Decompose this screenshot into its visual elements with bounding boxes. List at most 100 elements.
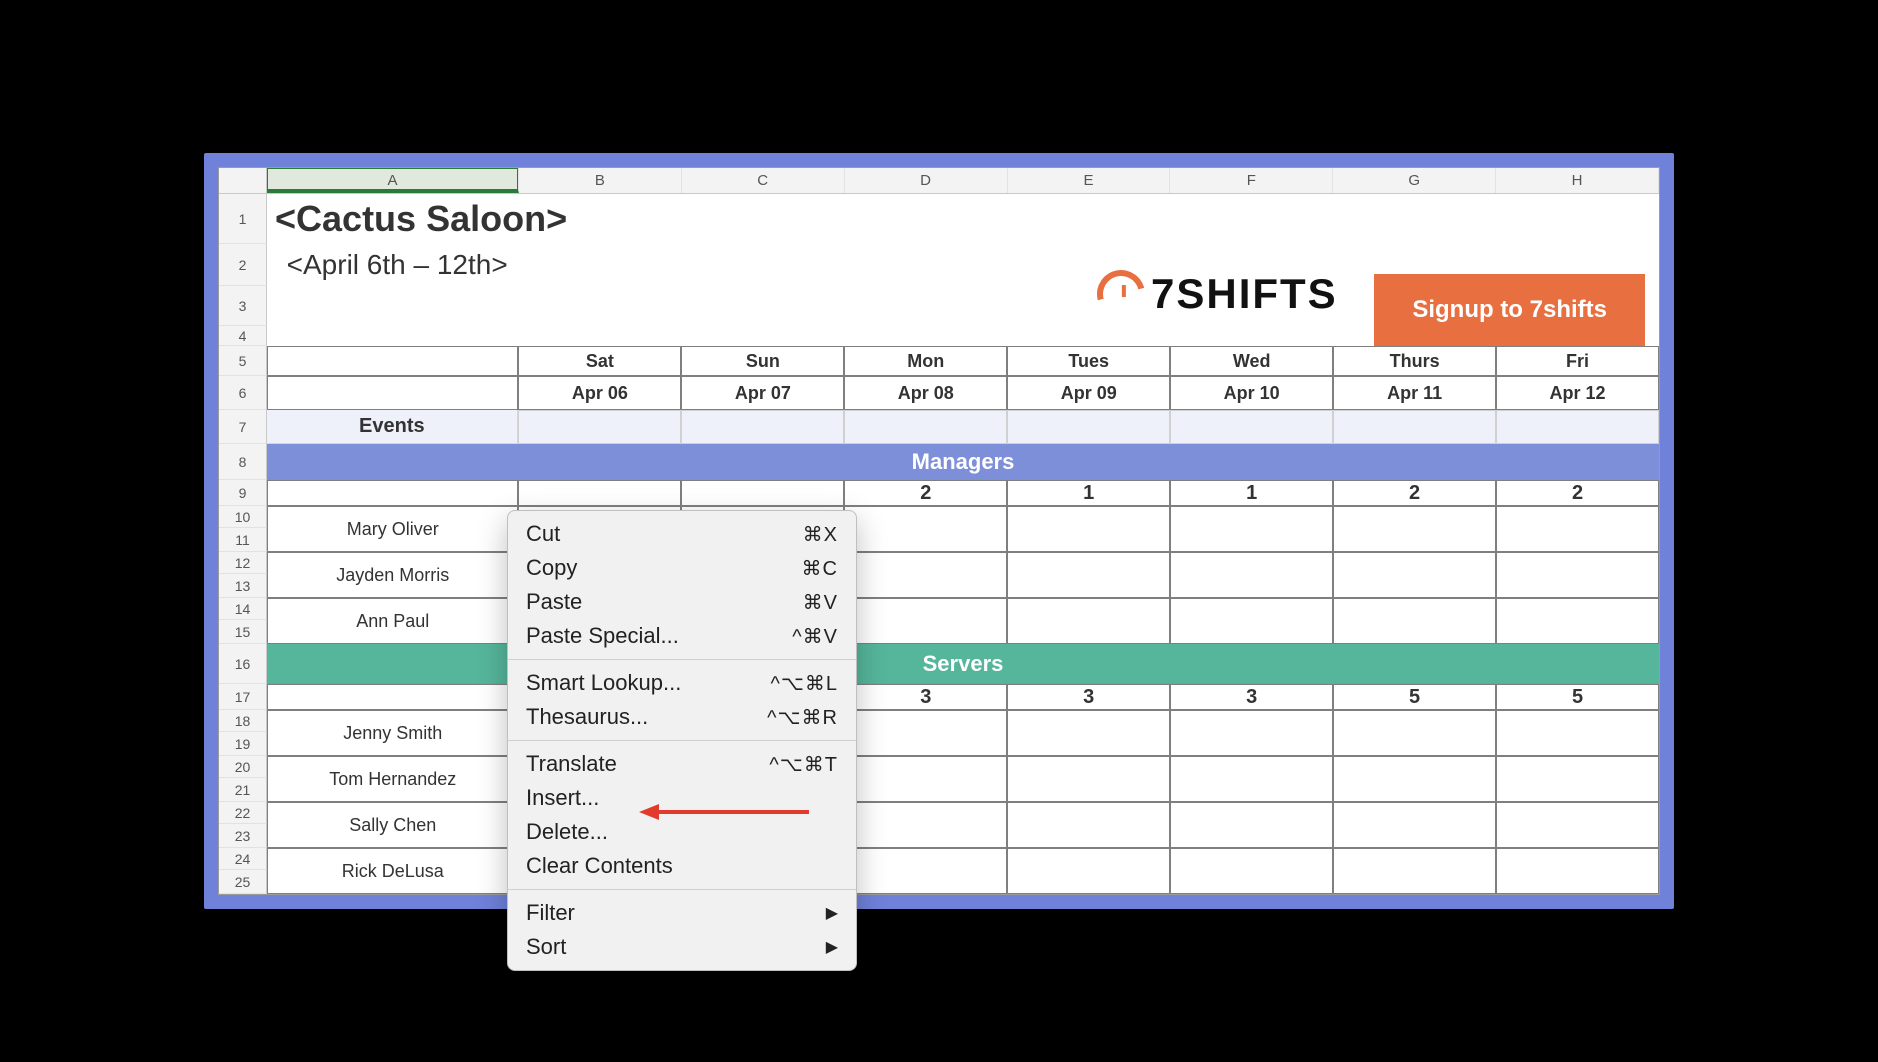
menu-copy[interactable]: Copy ⌘C (508, 551, 856, 585)
srv-count-2[interactable]: 3 (844, 684, 1007, 710)
row-header-14[interactable]: 14 (219, 598, 267, 620)
section-managers: Managers (267, 444, 1659, 480)
row-header-18[interactable]: 18 (219, 710, 267, 732)
page-subtitle: <April 6th – 12th> (279, 249, 508, 281)
menu-item-label: Insert... (526, 785, 599, 811)
col-header-b[interactable]: B (519, 168, 682, 193)
mgr-name-0[interactable]: Mary Oliver (267, 506, 518, 552)
date-6: Apr 12 (1496, 376, 1659, 410)
column-header-row: A B C D E F G H (219, 168, 1659, 194)
menu-sort[interactable]: Sort▶ (508, 930, 856, 964)
col-header-c[interactable]: C (682, 168, 845, 193)
row-header-15[interactable]: 15 (219, 620, 267, 644)
col-header-h[interactable]: H (1496, 168, 1659, 193)
chevron-right-icon: ▶ (826, 903, 838, 923)
day-fri: Fri (1496, 346, 1659, 376)
mgr-count-6[interactable]: 2 (1496, 480, 1659, 506)
mgr-count-2[interactable]: 2 (844, 480, 1007, 506)
row-header-7[interactable]: 7 (219, 410, 267, 444)
context-menu[interactable]: Cut ⌘X Copy ⌘C Paste⌘VPaste Special...^⌘V Sma… (507, 510, 857, 971)
menu-item-label: Thesaurus... (526, 704, 648, 730)
day-sun: Sun (681, 346, 844, 376)
col-header-f[interactable]: F (1170, 168, 1333, 193)
page-title: <Cactus Saloon> (267, 198, 567, 240)
row-header-1[interactable]: 1 (219, 194, 267, 244)
mgr-count-4[interactable]: 1 (1170, 480, 1333, 506)
mgr-count-0[interactable] (518, 480, 681, 506)
col-header-a[interactable]: A (267, 168, 519, 193)
menu-shortcut: ^⌥⌘L (770, 671, 838, 696)
mgr-name-1[interactable]: Jayden Morris (267, 552, 518, 598)
menu-shortcut: ^⌘V (792, 624, 838, 649)
col-header-d[interactable]: D (845, 168, 1008, 193)
logo-text: 7SHIFTS (1151, 270, 1338, 318)
srv-name-2[interactable]: Sally Chen (267, 802, 518, 848)
mgr-count-1[interactable] (681, 480, 844, 506)
chevron-right-icon: ▶ (826, 937, 838, 957)
spreadsheet: A B C D E F G H 123456789101112131415161… (218, 167, 1660, 895)
menu-separator (508, 659, 856, 660)
row-header-20[interactable]: 20 (219, 756, 267, 778)
menu-item-label: Paste (526, 589, 582, 615)
menu-shortcut: ^⌥⌘R (767, 705, 838, 730)
day-mon: Mon (844, 346, 1007, 376)
srv-name-0[interactable]: Jenny Smith (267, 710, 518, 756)
row-header-12[interactable]: 12 (219, 552, 267, 574)
menu-thesaurus[interactable]: Thesaurus... ^⌥⌘R (508, 700, 856, 734)
menu-item-label: Cut (526, 521, 560, 547)
menu-shortcut: ⌘X (803, 522, 838, 547)
mgr-count-3[interactable]: 1 (1007, 480, 1170, 506)
srv-count-6[interactable]: 5 (1496, 684, 1659, 710)
row-header-19[interactable]: 19 (219, 732, 267, 756)
menu-cut[interactable]: Cut ⌘X (508, 517, 856, 551)
mgr-count-5[interactable]: 2 (1333, 480, 1496, 506)
srv-count-3[interactable]: 3 (1007, 684, 1170, 710)
events-label: Events (267, 410, 518, 444)
menu-item-label: Translate (526, 751, 617, 777)
date-4: Apr 10 (1170, 376, 1333, 410)
logo-7shifts: 7SHIFTS (1097, 270, 1338, 318)
menu-shortcut: ⌘C (802, 556, 838, 581)
row-header-25[interactable]: 25 (219, 870, 267, 894)
day-wed: Wed (1170, 346, 1333, 376)
srv-name-1[interactable]: Tom Hernandez (267, 756, 518, 802)
row-header-9[interactable]: 9 (219, 480, 267, 506)
menu-delete[interactable]: Delete... (508, 815, 856, 849)
menu-item-label: Copy (526, 555, 577, 581)
mgr-name-2[interactable]: Ann Paul (267, 598, 518, 644)
menu-filter[interactable]: Filter▶ (508, 896, 856, 930)
row-header-6[interactable]: 6 (219, 376, 267, 410)
menu-shortcut: ^⌥⌘T (769, 752, 838, 777)
row-header-2[interactable]: 2 (219, 244, 267, 286)
col-header-g[interactable]: G (1333, 168, 1496, 193)
menu-paste-special[interactable]: Paste Special...^⌘V (508, 619, 856, 653)
row-header-4[interactable]: 4 (219, 326, 267, 346)
srv-count-5[interactable]: 5 (1333, 684, 1496, 710)
row-header-22[interactable]: 22 (219, 802, 267, 824)
col-header-e[interactable]: E (1008, 168, 1171, 193)
row-header-13[interactable]: 13 (219, 574, 267, 598)
row-header-24[interactable]: 24 (219, 848, 267, 870)
row-header-8[interactable]: 8 (219, 444, 267, 480)
row-header-5[interactable]: 5 (219, 346, 267, 376)
menu-translate[interactable]: Translate ^⌥⌘T (508, 747, 856, 781)
srv-count-4[interactable]: 3 (1170, 684, 1333, 710)
menu-separator (508, 889, 856, 890)
row-header-10[interactable]: 10 (219, 506, 267, 528)
menu-clear-contents[interactable]: Clear Contents (508, 849, 856, 883)
day-tues: Tues (1007, 346, 1170, 376)
row-header-21[interactable]: 21 (219, 778, 267, 802)
menu-paste[interactable]: Paste⌘V (508, 585, 856, 619)
row-header-23[interactable]: 23 (219, 824, 267, 848)
menu-item-label: Clear Contents (526, 853, 673, 879)
signup-button[interactable]: Signup to 7shifts (1374, 274, 1645, 346)
cells-area[interactable]: <Cactus Saloon> <April 6th – 12th> (267, 194, 1659, 894)
srv-name-3[interactable]: Rick DeLusa (267, 848, 518, 894)
select-all-corner[interactable] (219, 168, 267, 193)
row-header-16[interactable]: 16 (219, 644, 267, 684)
menu-smart-lookup[interactable]: Smart Lookup...^⌥⌘L (508, 666, 856, 700)
row-header-11[interactable]: 11 (219, 528, 267, 552)
menu-insert[interactable]: Insert... (508, 781, 856, 815)
row-header-3[interactable]: 3 (219, 286, 267, 326)
row-header-17[interactable]: 17 (219, 684, 267, 710)
